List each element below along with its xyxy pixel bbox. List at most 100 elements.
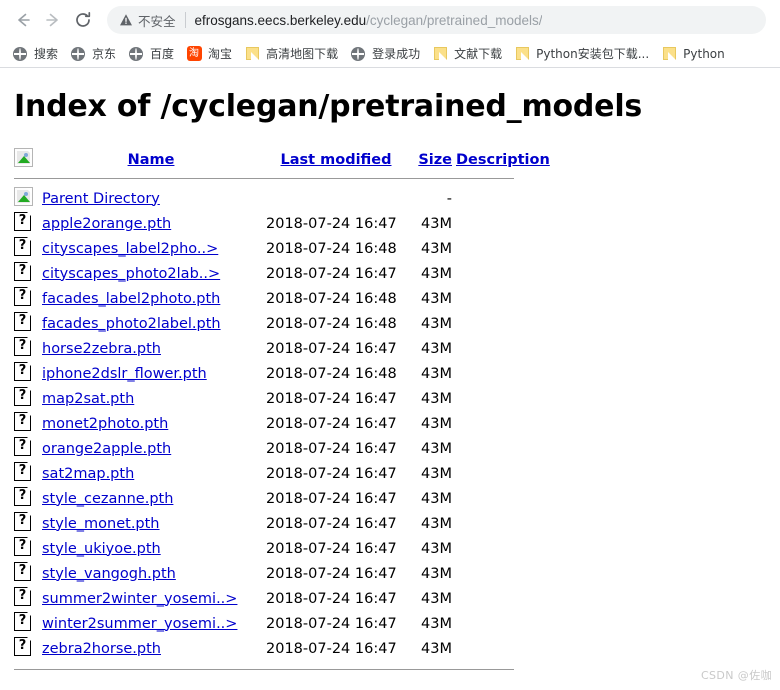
- row-name-cell[interactable]: winter2summer_yosemi..>: [42, 611, 266, 636]
- file-link[interactable]: style_cezanne.pth: [42, 491, 173, 507]
- unknown-file-icon: ?: [14, 211, 32, 231]
- file-link[interactable]: facades_label2photo.pth: [42, 291, 220, 307]
- row-name-cell[interactable]: map2sat.pth: [42, 386, 266, 411]
- file-link[interactable]: winter2summer_yosemi..>: [42, 616, 237, 632]
- parent-directory-link[interactable]: Parent Directory: [42, 191, 160, 207]
- reload-button[interactable]: [68, 5, 98, 35]
- row-size-cell: 43M: [421, 615, 452, 632]
- header-rule-cell: [14, 173, 550, 186]
- unknown-file-icon: ?: [14, 386, 32, 406]
- header-last-modified[interactable]: Last modified: [266, 148, 406, 173]
- file-link[interactable]: zebra2horse.pth: [42, 641, 161, 657]
- file-link[interactable]: style_monet.pth: [42, 516, 160, 532]
- file-link[interactable]: facades_photo2label.pth: [42, 316, 221, 332]
- row-name-cell[interactable]: cityscapes_label2pho..>: [42, 236, 266, 261]
- row-desc-cell: [452, 436, 550, 461]
- page-title: Index of /cyclegan/pretrained_models: [14, 89, 643, 124]
- file-link[interactable]: cityscapes_label2pho..>: [42, 241, 218, 257]
- row-size-cell: 43M: [421, 540, 452, 557]
- url-path: /cyclegan/pretrained_models/: [366, 12, 543, 28]
- folder-icon: [432, 46, 448, 62]
- header-description[interactable]: Description: [452, 148, 550, 173]
- bookmark-item-3[interactable]: 淘 淘宝: [182, 44, 238, 64]
- bookmark-label: 百度: [150, 46, 175, 61]
- row-name-cell[interactable]: horse2zebra.pth: [42, 336, 266, 361]
- row-date-cell: 2018-07-24 16:47: [266, 415, 397, 432]
- file-link[interactable]: summer2winter_yosemi..>: [42, 591, 237, 607]
- table-row: ? cityscapes_label2pho..> 2018-07-24 16:48…: [14, 236, 550, 261]
- row-desc-cell: [452, 461, 550, 486]
- unknown-file-icon: ?: [14, 311, 32, 331]
- sort-by-name-link[interactable]: Name: [128, 152, 175, 168]
- unknown-file-icon: ?: [14, 411, 32, 431]
- header-size[interactable]: Size: [406, 148, 452, 173]
- sort-by-date-link[interactable]: Last modified: [280, 152, 391, 168]
- file-link[interactable]: iphone2dslr_flower.pth: [42, 366, 207, 382]
- taobao-icon: 淘: [186, 46, 202, 62]
- file-link[interactable]: style_ukiyoe.pth: [42, 541, 161, 557]
- row-icon-cell: ?: [14, 411, 42, 436]
- unknown-file-icon: ?: [14, 611, 32, 631]
- bookmark-item-8[interactable]: Python: [657, 44, 731, 64]
- row-size-cell: 43M: [421, 415, 452, 432]
- row-desc-cell: [452, 536, 550, 561]
- row-name-cell[interactable]: sat2map.pth: [42, 461, 266, 486]
- bookmark-label: Python安装包下载...: [536, 46, 650, 61]
- file-link[interactable]: monet2photo.pth: [42, 416, 168, 432]
- file-link[interactable]: orange2apple.pth: [42, 441, 171, 457]
- file-link[interactable]: map2sat.pth: [42, 391, 134, 407]
- back-button[interactable]: [8, 5, 38, 35]
- row-date-cell: 2018-07-24 16:48: [266, 365, 397, 382]
- bookmark-item-7[interactable]: Python安装包下载...: [510, 44, 655, 64]
- row-name-cell[interactable]: zebra2horse.pth: [42, 636, 266, 661]
- bookmark-item-0[interactable]: 搜索: [8, 44, 64, 64]
- file-link[interactable]: sat2map.pth: [42, 466, 134, 482]
- row-name-cell[interactable]: style_vangogh.pth: [42, 561, 266, 586]
- unknown-file-icon: ?: [14, 511, 32, 531]
- bookmarks-bar: 搜索 京东 百度 淘 淘宝 高清地图下载 登录成功 文献下载 Python安装包…: [0, 40, 780, 68]
- sort-by-size-link[interactable]: Size: [418, 152, 452, 168]
- row-name-cell[interactable]: cityscapes_photo2lab..>: [42, 261, 266, 286]
- file-link[interactable]: horse2zebra.pth: [42, 341, 161, 357]
- row-date-cell: 2018-07-24 16:47: [266, 565, 397, 582]
- row-name-cell[interactable]: orange2apple.pth: [42, 436, 266, 461]
- row-date-cell: 2018-07-24 16:48: [266, 315, 397, 332]
- bookmark-item-4[interactable]: 高清地图下载: [240, 44, 344, 64]
- bookmark-item-6[interactable]: 文献下载: [428, 44, 508, 64]
- bookmark-item-1[interactable]: 京东: [66, 44, 122, 64]
- sort-by-description-link[interactable]: Description: [456, 152, 550, 168]
- row-desc-cell: [452, 361, 550, 386]
- bookmark-label: 搜索: [34, 46, 59, 61]
- globe-icon: [70, 46, 86, 62]
- row-name-cell[interactable]: facades_label2photo.pth: [42, 286, 266, 311]
- forward-button[interactable]: [38, 5, 68, 35]
- globe-icon: [12, 46, 28, 62]
- row-desc-cell: [452, 486, 550, 511]
- address-bar[interactable]: 不安全 efrosgans.eecs.berkeley.edu/cyclegan…: [107, 6, 766, 34]
- row-name-cell[interactable]: apple2orange.pth: [42, 211, 266, 236]
- row-name-cell[interactable]: facades_photo2label.pth: [42, 311, 266, 336]
- row-icon-cell: ?: [14, 261, 42, 286]
- unknown-file-icon: ?: [14, 536, 32, 556]
- footer-rule-row: [14, 661, 550, 670]
- file-link[interactable]: apple2orange.pth: [42, 216, 171, 232]
- bookmark-item-2[interactable]: 百度: [124, 44, 180, 64]
- row-name-cell[interactable]: style_monet.pth: [42, 511, 266, 536]
- file-link[interactable]: style_vangogh.pth: [42, 566, 176, 582]
- row-date-cell: 2018-07-24 16:47: [266, 540, 397, 557]
- row-name-cell[interactable]: iphone2dslr_flower.pth: [42, 361, 266, 386]
- bookmark-label: 淘宝: [208, 46, 233, 61]
- row-name-cell[interactable]: style_ukiyoe.pth: [42, 536, 266, 561]
- row-date-cell: 2018-07-24 16:47: [266, 640, 397, 657]
- row-name-cell[interactable]: monet2photo.pth: [42, 411, 266, 436]
- forward-arrow-icon: [46, 13, 58, 27]
- row-name-cell[interactable]: style_cezanne.pth: [42, 486, 266, 511]
- bookmark-item-5[interactable]: 登录成功: [346, 44, 426, 64]
- row-name-cell[interactable]: Parent Directory: [42, 186, 266, 211]
- row-desc-cell: [452, 561, 550, 586]
- file-link[interactable]: cityscapes_photo2lab..>: [42, 266, 220, 282]
- broken-image-icon: [14, 187, 33, 206]
- row-size-cell: 43M: [421, 440, 452, 457]
- header-name[interactable]: Name: [42, 148, 266, 173]
- row-name-cell[interactable]: summer2winter_yosemi..>: [42, 586, 266, 611]
